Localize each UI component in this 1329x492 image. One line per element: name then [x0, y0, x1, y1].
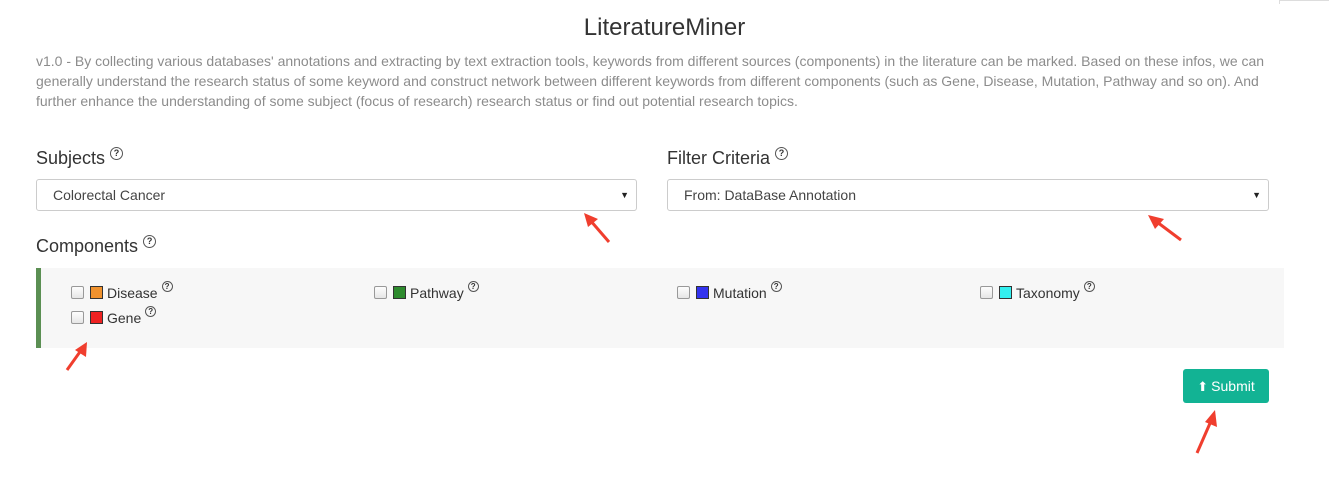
color-swatch [393, 285, 406, 299]
help-icon[interactable]: ? [467, 281, 479, 292]
window-edge [1279, 0, 1329, 4]
color-swatch [90, 285, 103, 299]
annotation-arrow-icon [584, 213, 611, 243]
page-description: v1.0 - By collecting various databases' … [36, 53, 1265, 109]
component-label: Taxonomy [1016, 285, 1080, 301]
components-label: Components [36, 236, 139, 256]
component-gene[interactable]: Gene? [71, 306, 157, 327]
component-label: Pathway [410, 285, 464, 301]
annotation-arrow-icon [65, 342, 87, 371]
component-label: Mutation [713, 285, 767, 301]
checkbox[interactable] [677, 285, 690, 299]
component-mutation[interactable]: Mutation? [677, 281, 782, 302]
page-title: LiteratureMiner [583, 14, 746, 41]
color-swatch [90, 310, 103, 324]
color-swatch [999, 285, 1012, 299]
help-icon[interactable]: ? [161, 281, 173, 292]
filter-select[interactable]: From: DataBase Annotation ▼ [667, 179, 1269, 211]
annotation-arrow-icon [1195, 410, 1217, 454]
filter-selected-value: From: DataBase Annotation [684, 187, 856, 203]
chevron-down-icon: ▼ [1252, 190, 1261, 200]
component-disease[interactable]: Disease? [71, 281, 173, 302]
help-icon[interactable]: ? [145, 306, 157, 317]
component-pathway[interactable]: Pathway? [374, 281, 479, 302]
help-icon[interactable]: ? [143, 235, 157, 248]
help-icon[interactable]: ? [110, 147, 124, 160]
component-label: Gene [107, 310, 142, 326]
arrow-up-icon: ⬆ [1197, 379, 1209, 394]
subjects-label-group: Subjects? [36, 147, 124, 169]
filter-label: Filter Criteria [667, 148, 771, 168]
checkbox[interactable] [71, 285, 84, 299]
filter-label-group: Filter Criteria? [667, 147, 789, 169]
help-icon[interactable]: ? [1083, 281, 1095, 292]
component-label: Disease [107, 285, 158, 301]
subjects-label: Subjects [36, 148, 106, 168]
chevron-down-icon: ▼ [620, 190, 629, 200]
help-icon[interactable]: ? [775, 147, 789, 160]
annotation-arrow-icon [1148, 215, 1182, 242]
component-taxonomy[interactable]: Taxonomy? [980, 281, 1095, 302]
checkbox[interactable] [980, 285, 993, 299]
submit-label: Submit [1211, 378, 1255, 394]
components-label-group: Components? [36, 235, 157, 257]
color-swatch [696, 285, 709, 299]
subjects-select[interactable]: Colorectal Cancer ▼ [36, 179, 637, 211]
checkbox[interactable] [71, 310, 84, 324]
help-icon[interactable]: ? [770, 281, 782, 292]
subjects-selected-value: Colorectal Cancer [53, 187, 166, 203]
submit-button[interactable]: ⬆ Submit [1183, 369, 1269, 403]
components-panel: Disease? Pathway? Mutation? Taxonomy? Ge… [36, 268, 1284, 348]
checkbox[interactable] [374, 285, 387, 299]
